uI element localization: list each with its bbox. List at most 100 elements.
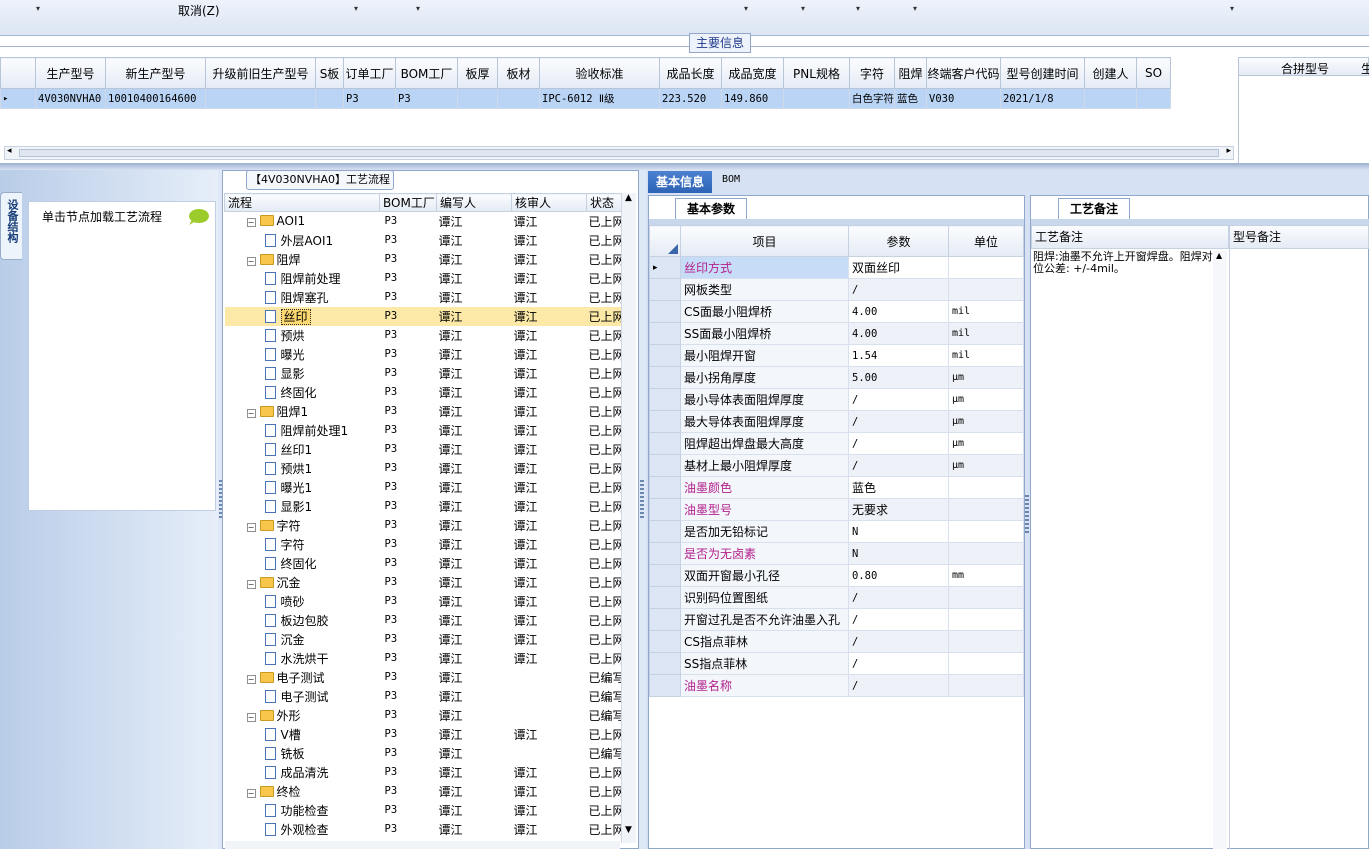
table-row[interactable]: 是否为无卤素 N	[649, 542, 1024, 565]
dropdown-arrow-icon[interactable]: ▾	[1230, 4, 1234, 13]
tree-column-header[interactable]: 核审人	[511, 193, 587, 212]
tree-row[interactable]: 终固化 P3 谭江 谭江 已上网	[225, 383, 625, 402]
grid-cell[interactable]: 223.520	[659, 88, 722, 109]
tree-node[interactable]: 预烘1	[225, 459, 380, 478]
param-value[interactable]: /	[848, 652, 949, 675]
scroll-left-icon[interactable]: ◂	[7, 146, 12, 156]
tree-row[interactable]: 阻焊前处理1 P3 谭江 谭江 已上网	[225, 421, 625, 440]
table-row[interactable]: 是否加无铅标记 N	[649, 520, 1024, 543]
tree-node[interactable]: 预烘	[225, 326, 380, 345]
tree-node[interactable]: 外层AOI1	[225, 231, 380, 250]
table-row[interactable]: ▸ 丝印方式 双面丝印	[649, 256, 1024, 279]
tab-process-notes[interactable]: 工艺备注	[1058, 198, 1130, 219]
table-row[interactable]: 最小阻焊开窗 1.54 mil	[649, 344, 1024, 367]
tree-row[interactable]: 外层AOI1 P3 谭江 谭江 已上网	[225, 231, 625, 250]
column-header[interactable]: 字符	[849, 57, 895, 89]
column-header[interactable]: 成品长度	[659, 57, 722, 89]
table-row[interactable]: SS面最小阻焊桥 4.00 mil	[649, 322, 1024, 345]
table-row[interactable]: 最小拐角厚度 5.00 μm	[649, 366, 1024, 389]
param-value[interactable]: /	[848, 388, 949, 411]
scroll-thumb[interactable]	[19, 149, 1219, 157]
horizontal-splitter[interactable]	[0, 163, 1369, 170]
load-flow-hint[interactable]: 单击节点加载工艺流程	[42, 208, 162, 225]
tree-row[interactable]: 字符 P3 谭江 谭江 已上网	[225, 535, 625, 554]
tree-column-header[interactable]: 流程	[224, 193, 380, 212]
scroll-down-icon[interactable]: ▼	[625, 825, 632, 835]
table-row[interactable]: 油墨颜色 蓝色	[649, 476, 1024, 499]
tree-node[interactable]: 外观检查	[225, 820, 380, 839]
tab-bom[interactable]: BOM	[722, 174, 740, 185]
tree-node[interactable]: 沉金	[225, 630, 380, 649]
column-header[interactable]: 终端客户代码	[926, 57, 1001, 89]
tree-horizontal-scrollbar[interactable]	[225, 841, 620, 849]
column-header[interactable]: 成品宽度	[721, 57, 784, 89]
table-row[interactable]: 油墨型号 无要求	[649, 498, 1024, 521]
tree-row[interactable]: 成品清洗 P3 谭江 谭江 已上网	[225, 763, 625, 782]
dropdown-arrow-icon[interactable]: ▾	[416, 4, 420, 13]
scroll-up-icon[interactable]: ▲	[1216, 251, 1222, 260]
table-row[interactable]: 识别码位置图纸 /	[649, 586, 1024, 609]
tree-row[interactable]: − 沉金 P3 谭江 谭江 已上网	[225, 573, 625, 592]
tree-row[interactable]: − 外形 P3 谭江 已编写	[225, 706, 625, 725]
grid-cell[interactable]: 4V030NVHA0	[35, 88, 106, 109]
param-value[interactable]: 4.00	[848, 322, 949, 345]
tree-row[interactable]: − 电子测试 P3 谭江 已编写	[225, 668, 625, 687]
table-row[interactable]: 最小导体表面阻焊厚度 / μm	[649, 388, 1024, 411]
params-column-header[interactable]: 参数	[848, 225, 949, 257]
tree-node[interactable]: 显影1	[225, 497, 380, 516]
tree-row[interactable]: 曝光 P3 谭江 谭江 已上网	[225, 345, 625, 364]
param-value[interactable]: /	[848, 674, 949, 697]
collapse-icon[interactable]: −	[246, 579, 256, 589]
tree-row[interactable]: − 阻焊 P3 谭江 谭江 已上网	[225, 250, 625, 269]
param-value[interactable]: /	[848, 432, 949, 455]
grid-cell[interactable]: 10010400164600	[105, 88, 206, 109]
tree-node[interactable]: 丝印	[224, 306, 380, 326]
tree-node[interactable]: − 沉金	[225, 573, 380, 592]
table-row[interactable]: 阻焊超出焊盘最大高度 / μm	[649, 432, 1024, 455]
grid-cell[interactable]	[315, 88, 344, 109]
dropdown-arrow-icon[interactable]: ▾	[856, 4, 860, 13]
tree-row[interactable]: 水洗烘干 P3 谭江 谭江 已上网	[225, 649, 625, 668]
tree-row[interactable]: 显影 P3 谭江 谭江 已上网	[225, 364, 625, 383]
grid-cell[interactable]: IPC-6012 Ⅱ级	[539, 88, 660, 109]
tree-node[interactable]: 显影	[225, 364, 380, 383]
tree-row[interactable]: − 字符 P3 谭江 谭江 已上网	[225, 516, 625, 535]
tree-node[interactable]: 成品清洗	[225, 763, 380, 782]
tree-node[interactable]: 喷砂	[225, 592, 380, 611]
collapse-icon[interactable]: −	[246, 522, 256, 532]
merge-model-list[interactable]	[1238, 76, 1369, 163]
grid-cell[interactable]: 2021/1/8	[1000, 88, 1085, 109]
param-value[interactable]: N	[848, 542, 949, 565]
tab-basic-info[interactable]: 基本信息	[648, 171, 712, 193]
tree-row[interactable]: 沉金 P3 谭江 谭江 已上网	[225, 630, 625, 649]
collapse-icon[interactable]: −	[246, 218, 256, 228]
dropdown-arrow-icon[interactable]: ▾	[744, 4, 748, 13]
param-value[interactable]: /	[848, 608, 949, 631]
tree-node[interactable]: − 字符	[225, 516, 380, 535]
tree-row[interactable]: 喷砂 P3 谭江 谭江 已上网	[225, 592, 625, 611]
tree-vertical-scrollbar[interactable]: ▲ ▼	[621, 193, 636, 843]
param-value[interactable]: 1.54	[848, 344, 949, 367]
dropdown-arrow-icon[interactable]: ▾	[36, 4, 40, 13]
tree-row[interactable]: 预烘 P3 谭江 谭江 已上网	[225, 326, 625, 345]
table-row[interactable]: 双面开窗最小孔径 0.80 mm	[649, 564, 1024, 587]
note-scrollbar[interactable]: ▲	[1213, 251, 1227, 849]
table-row[interactable]: CS面最小阻焊桥 4.00 mil	[649, 300, 1024, 323]
grid-cell[interactable]	[1136, 88, 1171, 109]
param-value[interactable]: 双面丝印	[848, 256, 949, 279]
param-value[interactable]: 蓝色	[848, 476, 949, 499]
tree-row[interactable]: 功能检查 P3 谭江 谭江 已上网	[225, 801, 625, 820]
tree-column-header[interactable]: BOM工厂	[379, 193, 437, 212]
main-info-tab[interactable]: 主要信息	[689, 33, 751, 53]
collapse-icon[interactable]: −	[246, 712, 256, 722]
column-header[interactable]: 生产型号	[35, 57, 106, 89]
collapse-icon[interactable]: −	[246, 408, 256, 418]
tree-node[interactable]: 铣板	[225, 744, 380, 763]
tree-row[interactable]: 外观检查 P3 谭江 谭江 已上网	[225, 820, 625, 839]
grid-horizontal-scrollbar[interactable]: ◂ ▸	[4, 146, 1234, 160]
param-value[interactable]: N	[848, 520, 949, 543]
tree-node[interactable]: 功能检查	[225, 801, 380, 820]
cancel-button[interactable]: 取消(Z)	[178, 2, 220, 19]
tree-row[interactable]: 板边包胶 P3 谭江 谭江 已上网	[225, 611, 625, 630]
tree-node[interactable]: 电子测试	[225, 687, 380, 706]
